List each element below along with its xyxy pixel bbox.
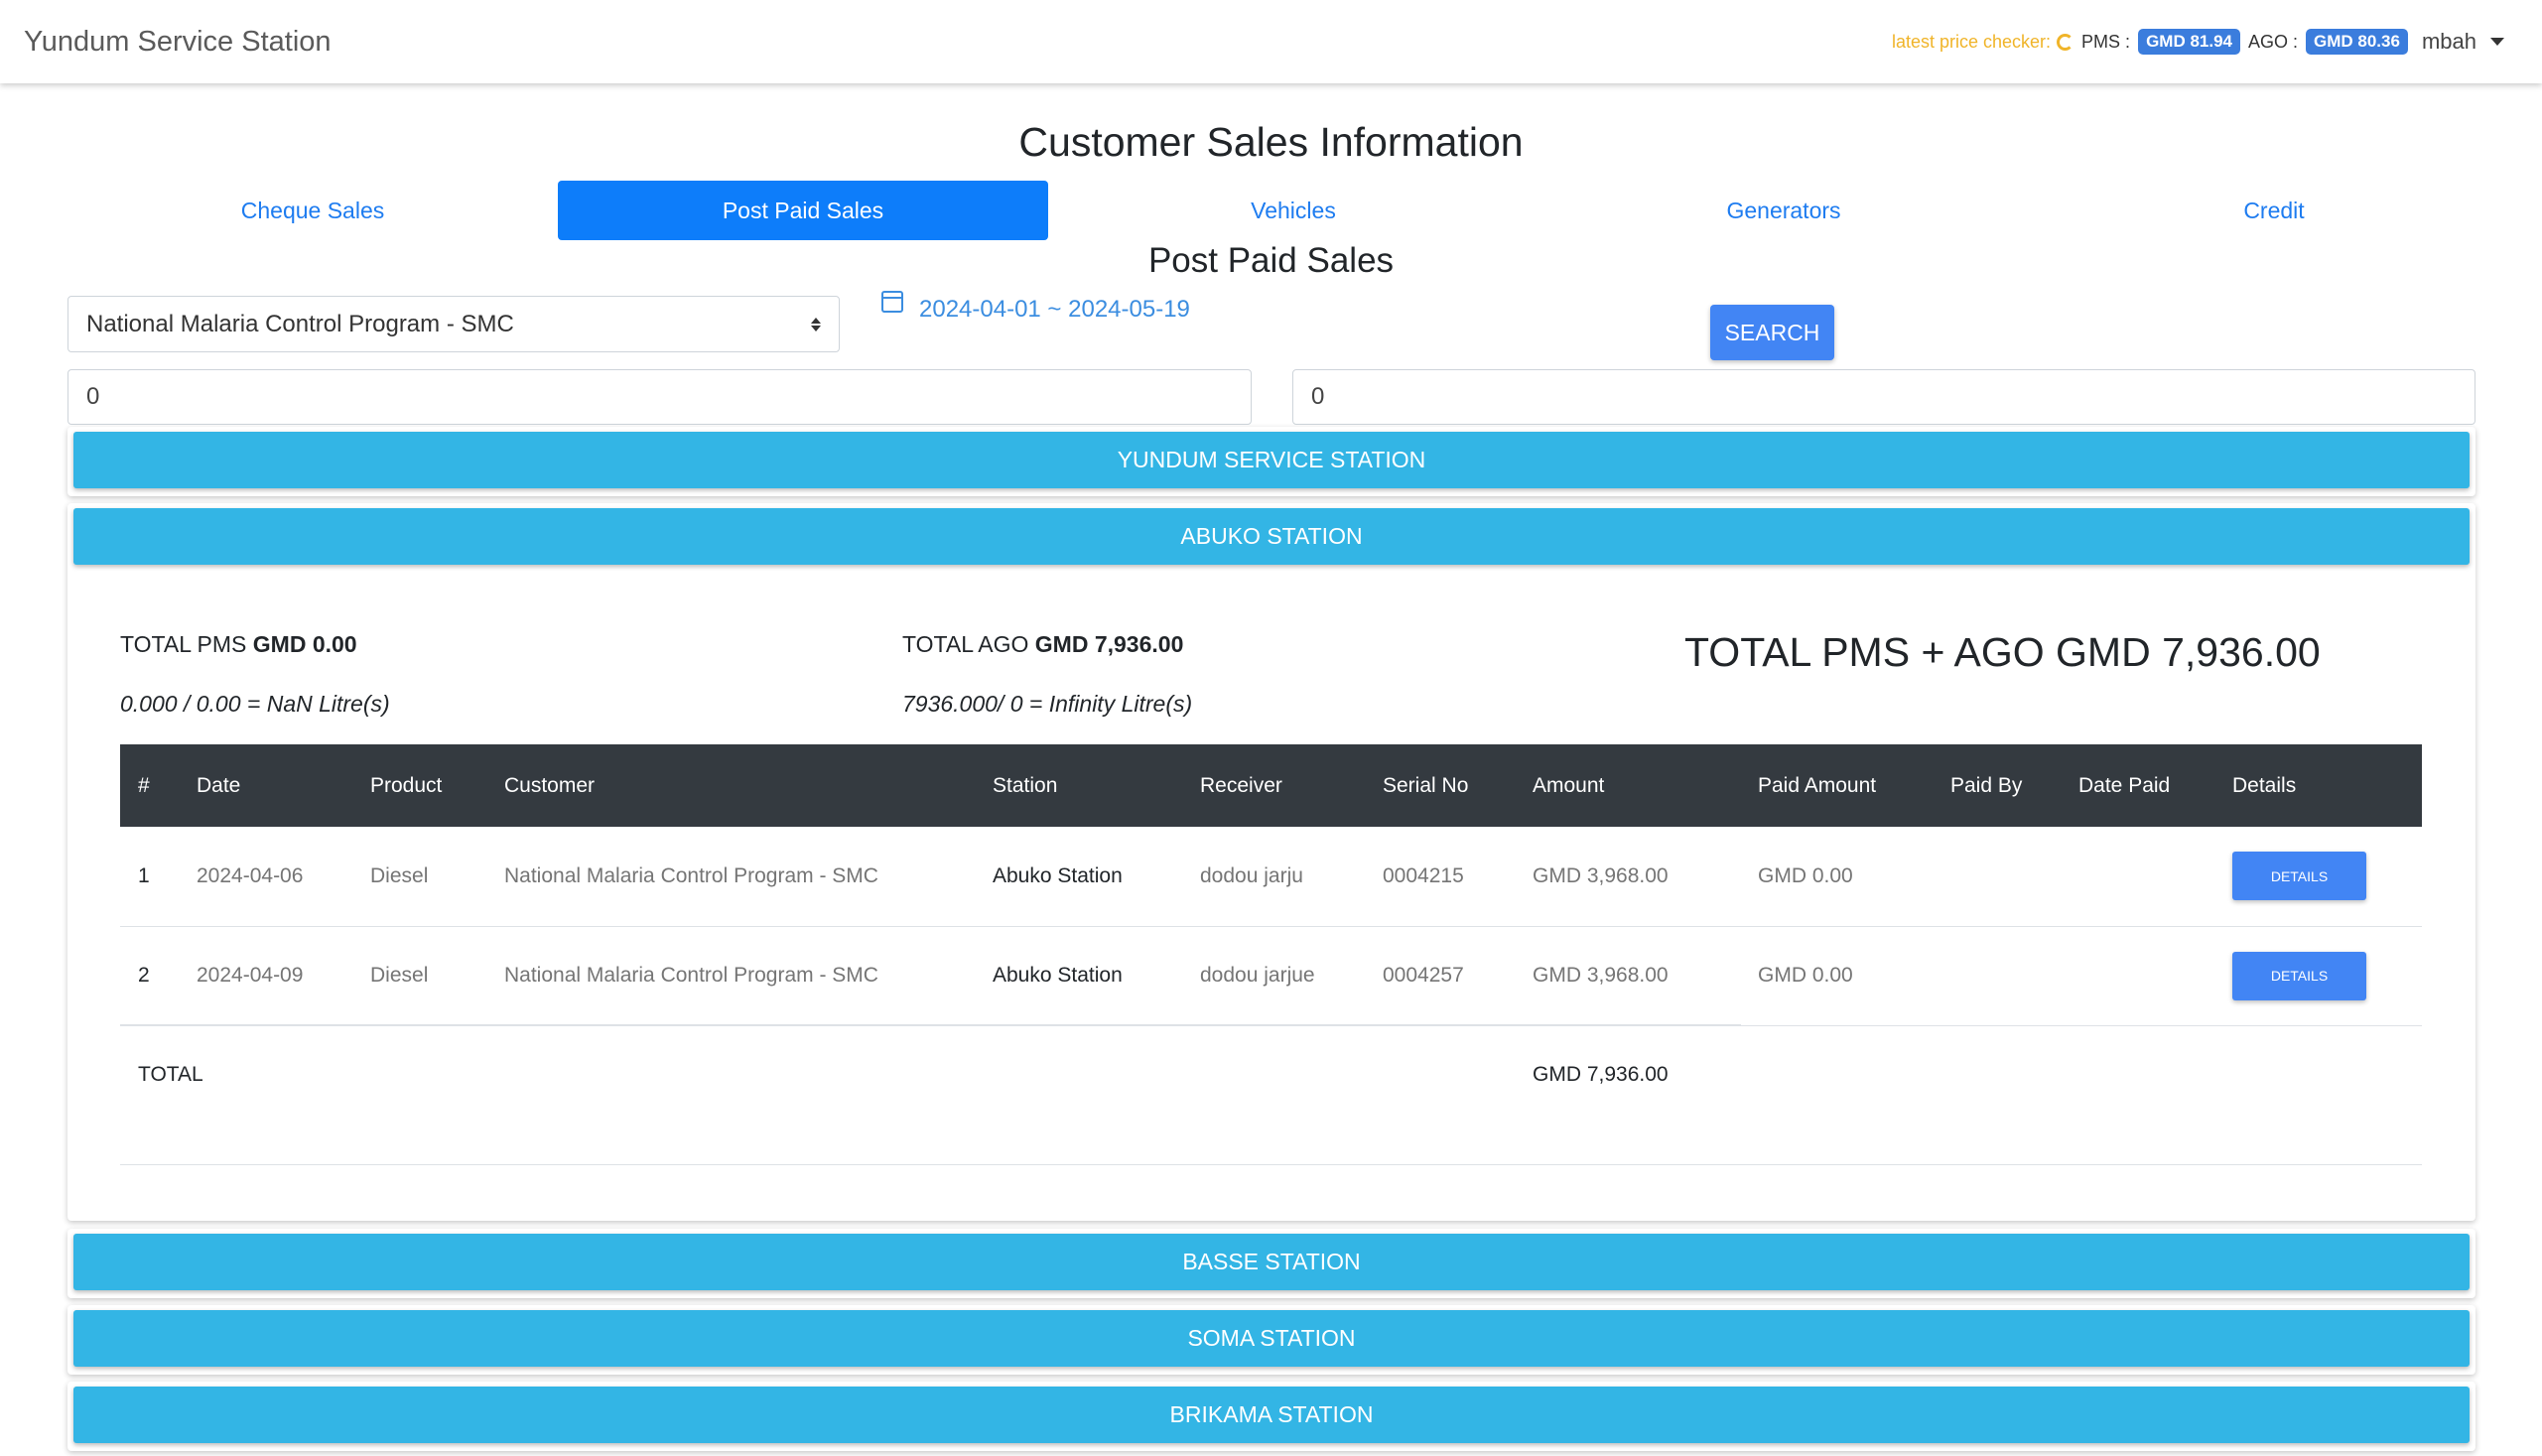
table-header-row: # Date Product Customer Station Receiver… [120, 744, 2422, 827]
customer-select-value: National Malaria Control Program - SMC [86, 310, 514, 337]
header-amount: Amount [1533, 773, 1605, 797]
row-paid-by [1950, 827, 2078, 927]
header-num: # [138, 773, 150, 797]
row-details-cell: DETAILS [2232, 926, 2422, 1026]
amount-input-right[interactable]: 0 [1292, 369, 2475, 425]
header-customer: Customer [504, 773, 596, 797]
table-row: 1 2024-04-06 Diesel National Malaria Con… [120, 827, 2422, 927]
pms-calculation: 0.000 / 0.00 = NaN Litre(s) [120, 691, 390, 717]
header-receiver: Receiver [1200, 773, 1282, 797]
station-card-soma: SOMA STATION [67, 1305, 2475, 1375]
header-date: Date [197, 773, 241, 797]
table-row: 2 2024-04-09 Diesel National Malaria Con… [120, 926, 2422, 1026]
ago-label: AGO : [2248, 31, 2299, 52]
tab-vehicles[interactable]: Vehicles [1048, 181, 1539, 240]
tab-cheque-sales[interactable]: Cheque Sales [67, 181, 558, 240]
total-ago-value: GMD 7,936.00 [1034, 631, 1184, 657]
total-pms-label: TOTAL PMS [120, 631, 247, 657]
row-date: 2024-04-09 [197, 926, 370, 1026]
header-product: Product [370, 773, 443, 797]
header-station: Station [993, 773, 1058, 797]
total-pms-value: GMD 0.00 [252, 631, 357, 657]
row-amount: GMD 3,968.00 [1533, 926, 1758, 1026]
station-toggle-soma[interactable]: SOMA STATION [73, 1310, 2470, 1367]
row-date-paid [2078, 926, 2232, 1026]
navbar: Yundum Service Station latest price chec… [0, 0, 2542, 83]
row-serial: 0004257 [1383, 926, 1533, 1026]
tab-bar: Cheque Sales Post Paid Sales Vehicles Ge… [67, 181, 2519, 240]
amount-input-left[interactable]: 0 [67, 369, 1252, 425]
total-pms: TOTAL PMS GMD 0.00 [120, 631, 357, 658]
row-customer: National Malaria Control Program - SMC [504, 827, 993, 927]
station-toggle-abuko[interactable]: ABUKO STATION [73, 508, 2470, 565]
chevron-down-icon[interactable] [2490, 38, 2504, 46]
station-toggle-yundum[interactable]: YUNDUM SERVICE STATION [73, 432, 2470, 488]
header-paid-amount: Paid Amount [1758, 773, 1877, 797]
total-ago: TOTAL AGO GMD 7,936.00 [902, 631, 1183, 658]
price-checker: latest price checker: PMS : GMD 81.94 AG… [1892, 29, 2504, 55]
header-details: Details [2232, 773, 2297, 797]
station-toggle-brikama[interactable]: BRIKAMA STATION [73, 1387, 2470, 1443]
user-menu[interactable]: mbah [2422, 29, 2476, 55]
date-range-picker[interactable]: 2024-04-01 ~ 2024-05-19 [881, 291, 1190, 324]
total-amount: GMD 7,936.00 [1533, 1063, 1669, 1087]
calendar-icon [881, 291, 903, 313]
sales-table: # Date Product Customer Station Receiver… [120, 744, 2422, 1125]
section-title: Post Paid Sales [1147, 241, 1395, 280]
details-button[interactable]: DETAILS [2232, 951, 2366, 1000]
divider [120, 1164, 2422, 1165]
station-card-yundum: YUNDUM SERVICE STATION [67, 427, 2475, 496]
total-ago-label: TOTAL AGO [902, 631, 1029, 657]
grand-total: TOTAL PMS + AGO GMD 7,936.00 [1684, 629, 2321, 675]
row-amount: GMD 3,968.00 [1533, 827, 1758, 927]
station-toggle-basse[interactable]: BASSE STATION [73, 1234, 2470, 1290]
row-customer: National Malaria Control Program - SMC [504, 926, 993, 1026]
customer-select[interactable]: National Malaria Control Program - SMC [67, 296, 840, 352]
divider [120, 1024, 1741, 1025]
table-total-row: TOTAL GMD 7,936.00 [120, 1025, 2422, 1125]
row-paid-amount: GMD 0.00 [1758, 827, 1950, 927]
station-card-brikama: BRIKAMA STATION [67, 1382, 2475, 1451]
date-range-value: 2024-04-01 ~ 2024-05-19 [919, 296, 1190, 323]
row-paid-by [1950, 926, 2078, 1026]
search-button[interactable]: SEARCH [1710, 305, 1834, 360]
row-num: 2 [120, 926, 197, 1026]
select-arrows-icon [811, 317, 821, 331]
station-card-basse: BASSE STATION [67, 1229, 2475, 1298]
row-station: Abuko Station [993, 827, 1200, 927]
row-details-cell: DETAILS [2232, 827, 2422, 927]
tab-credit[interactable]: Credit [2029, 181, 2519, 240]
row-receiver: dodou jarju [1200, 827, 1383, 927]
pms-label: PMS : [2081, 31, 2131, 52]
tab-post-paid-sales[interactable]: Post Paid Sales [558, 181, 1048, 240]
row-date-paid [2078, 827, 2232, 927]
row-paid-amount: GMD 0.00 [1758, 926, 1950, 1026]
ago-calculation: 7936.000/ 0 = Infinity Litre(s) [902, 691, 1193, 717]
row-station: Abuko Station [993, 926, 1200, 1026]
total-label: TOTAL [138, 1063, 203, 1087]
row-date: 2024-04-06 [197, 827, 370, 927]
row-receiver: dodou jarjue [1200, 926, 1383, 1026]
header-date-paid: Date Paid [2078, 773, 2171, 797]
page-title: Customer Sales Information [1018, 119, 1524, 165]
row-num: 1 [120, 827, 197, 927]
header-paid-by: Paid By [1950, 773, 2023, 797]
brand-title[interactable]: Yundum Service Station [24, 26, 332, 59]
price-checker-label: latest price checker: [1891, 31, 2052, 52]
ago-price-badge: GMD 80.36 [2306, 29, 2408, 55]
details-button[interactable]: DETAILS [2232, 852, 2366, 901]
header-serial-no: Serial No [1383, 773, 1469, 797]
row-product: Diesel [370, 827, 504, 927]
loading-spinner-icon [2057, 33, 2074, 51]
tab-generators[interactable]: Generators [1539, 181, 2029, 240]
row-serial: 0004215 [1383, 827, 1533, 927]
row-product: Diesel [370, 926, 504, 1026]
pms-price-badge: GMD 81.94 [2138, 29, 2240, 55]
